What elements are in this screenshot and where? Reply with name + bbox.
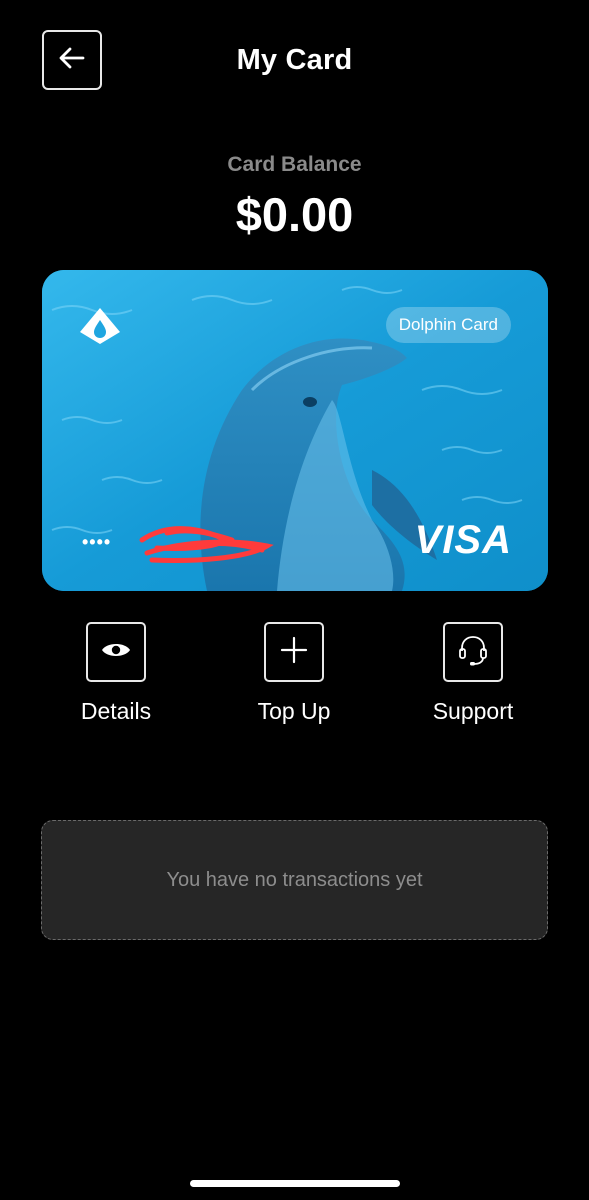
top-up-button[interactable]: Top Up [214, 622, 374, 725]
balance-label: Card Balance [227, 153, 362, 176]
home-indicator[interactable] [190, 1180, 400, 1187]
empty-transactions-message: You have no transactions yet [166, 868, 423, 891]
card-name-badge: Dolphin Card [385, 307, 511, 343]
support-icon-box[interactable] [443, 622, 503, 682]
details-button[interactable]: Details [36, 622, 196, 725]
balance-value: $0.00 [235, 188, 354, 241]
visa-logo: VISA [414, 518, 512, 562]
card-masked-number: •••• [82, 532, 112, 552]
transactions-empty-state: You have no transactions yet [41, 820, 548, 940]
details-label: Details [80, 698, 152, 724]
redaction-scribble [137, 518, 277, 568]
page-title: My Card [236, 44, 353, 76]
support-label: Support [432, 698, 514, 724]
support-button[interactable]: Support [393, 622, 553, 725]
payment-card[interactable]: Dolphin Card •••• VISA [42, 270, 548, 591]
top-up-icon-box[interactable] [264, 622, 324, 682]
card-actions: Details Top Up Support [0, 622, 589, 732]
plus-icon [280, 636, 308, 669]
headset-icon [456, 633, 490, 672]
details-icon-box[interactable] [86, 622, 146, 682]
water-drop-logo-icon [78, 306, 122, 346]
top-up-label: Top Up [257, 698, 331, 724]
eye-icon [101, 640, 131, 665]
screen: My Card Card Balance $0.00 Dolphin Card … [0, 0, 589, 1200]
